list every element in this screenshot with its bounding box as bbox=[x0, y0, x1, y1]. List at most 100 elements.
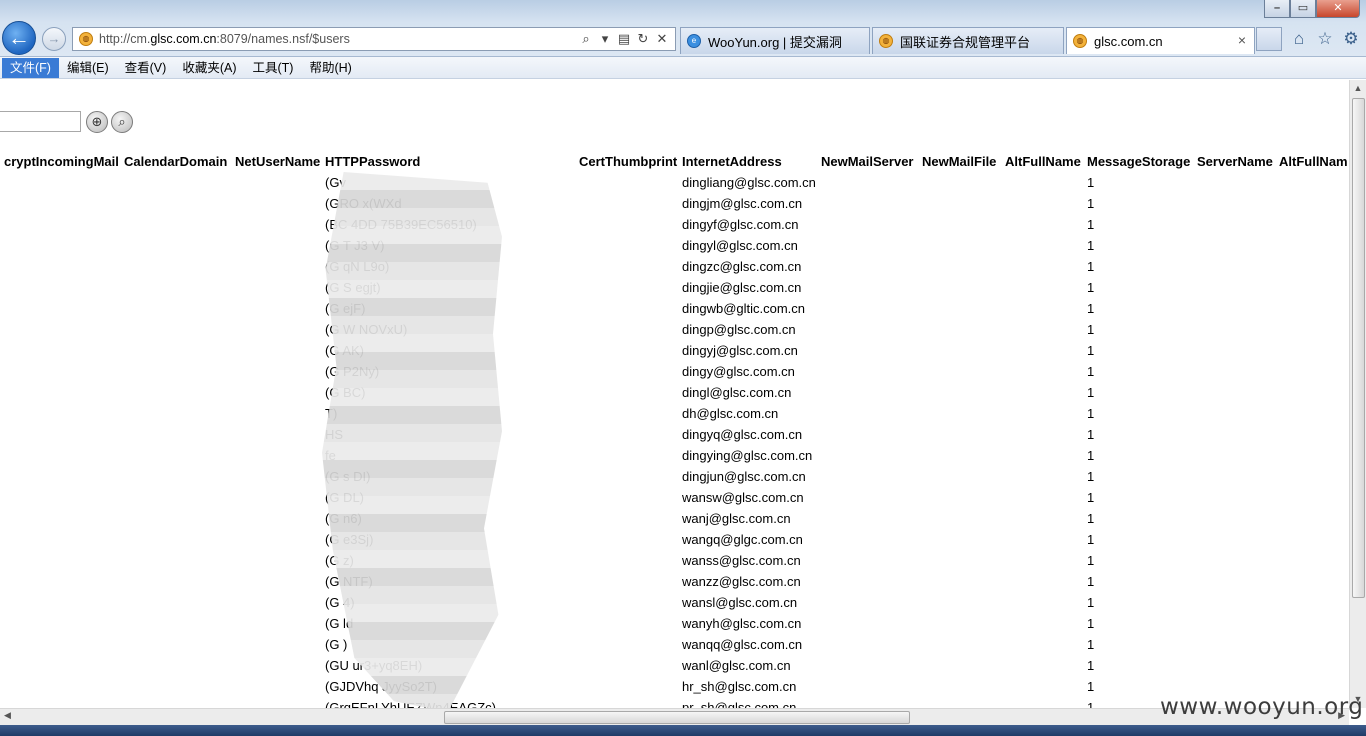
tab-compliance-platform[interactable]: ◍ 国联证券合规管理平台 bbox=[872, 27, 1064, 54]
column-header: NewMailServer bbox=[821, 154, 914, 169]
stop-icon[interactable]: ✕ bbox=[655, 31, 669, 47]
message-storage-cell: 1 bbox=[1087, 637, 1095, 652]
home-icon[interactable]: ⌂ bbox=[1290, 29, 1308, 49]
page-content: ⊕ ⌕ cryptIncomingMail CalendarDomain Net… bbox=[0, 80, 1349, 708]
internet-address-cell: dingyq@glsc.com.cn bbox=[682, 427, 803, 442]
internet-address-cell: dingjun@glsc.com.cn bbox=[682, 469, 806, 484]
back-button[interactable]: ← bbox=[2, 21, 36, 55]
horizontal-scroll-thumb[interactable] bbox=[444, 711, 910, 724]
scroll-up-icon[interactable]: ▲ bbox=[1350, 80, 1366, 97]
site-favicon-icon: ◍ bbox=[79, 32, 93, 46]
close-window-button[interactable]: ✕ bbox=[1316, 0, 1360, 18]
ie-icon: e bbox=[687, 34, 701, 48]
close-tab-icon[interactable]: × bbox=[1238, 32, 1246, 48]
browser-tools: ⌂ ☆ ⚙ bbox=[1290, 29, 1360, 49]
message-storage-cell: 1 bbox=[1087, 280, 1095, 295]
url-text[interactable]: http://cm.glsc.com.cn:8079/names.nsf/$us… bbox=[99, 32, 579, 46]
message-storage-cell: 1 bbox=[1087, 448, 1095, 463]
internet-address-cell: hr_sh@glsc.com.cn bbox=[682, 679, 797, 694]
internet-address-cell: dh@glsc.com.cn bbox=[682, 406, 779, 421]
redaction-blur bbox=[322, 172, 502, 708]
search-plus-icon: ⊕ bbox=[91, 114, 103, 129]
message-storage-cell: 1 bbox=[1087, 196, 1095, 211]
message-storage-cell: 1 bbox=[1087, 490, 1095, 505]
vertical-scroll-thumb[interactable] bbox=[1352, 98, 1365, 598]
message-storage-cell: 1 bbox=[1087, 511, 1095, 526]
internet-address-cell: wanss@glsc.com.cn bbox=[682, 553, 801, 568]
menu-edit[interactable]: 编辑(E) bbox=[59, 58, 117, 78]
internet-address-cell: dingying@glsc.com.cn bbox=[682, 448, 813, 463]
message-storage-cell: 1 bbox=[1087, 553, 1095, 568]
search-plus-button[interactable]: ⊕ bbox=[86, 111, 108, 133]
column-header: AltFullName bbox=[1005, 154, 1081, 169]
tab-title: WooYun.org | 提交漏洞 bbox=[708, 34, 842, 50]
site-icon: ◍ bbox=[1073, 34, 1087, 48]
minimize-button[interactable]: – bbox=[1264, 0, 1290, 18]
internet-address-cell: dingzc@glsc.com.cn bbox=[682, 259, 802, 274]
tab-title: 国联证券合规管理平台 bbox=[900, 34, 1031, 50]
message-storage-cell: 1 bbox=[1087, 385, 1095, 400]
horizontal-scrollbar[interactable]: ◀ ▶ bbox=[0, 708, 1349, 725]
search-icon[interactable]: ⌕ bbox=[579, 31, 593, 47]
message-storage-cell: 1 bbox=[1087, 679, 1095, 694]
menu-tools[interactable]: 工具(T) bbox=[244, 58, 301, 78]
message-storage-cell: 1 bbox=[1087, 469, 1095, 484]
message-storage-cell: 1 bbox=[1087, 427, 1095, 442]
internet-address-cell: dingyl@glsc.com.cn bbox=[682, 238, 798, 253]
column-header: ServerName bbox=[1197, 154, 1273, 169]
internet-address-cell: dingliang@glsc.com.cn bbox=[682, 175, 816, 190]
forward-arrow-icon: → bbox=[47, 31, 61, 46]
forward-button[interactable]: → bbox=[42, 27, 66, 51]
tab-glsc[interactable]: ◍ glsc.com.cn × bbox=[1066, 27, 1255, 54]
search-input[interactable] bbox=[0, 111, 81, 132]
message-storage-cell: 1 bbox=[1087, 658, 1095, 673]
favorites-star-icon[interactable]: ☆ bbox=[1316, 29, 1334, 49]
internet-address-cell: wanqq@glsc.com.cn bbox=[682, 637, 803, 652]
internet-address-cell: dingy@glsc.com.cn bbox=[682, 364, 795, 379]
internet-address-cell: dingyj@glsc.com.cn bbox=[682, 343, 798, 358]
internet-address-cell: dingl@glsc.com.cn bbox=[682, 385, 792, 400]
window-controls: – ▭ ✕ bbox=[1264, 0, 1360, 20]
internet-address-cell: pr_sh@glsc.com.cn bbox=[682, 700, 797, 708]
message-storage-cell: 1 bbox=[1087, 322, 1095, 337]
menu-favorites[interactable]: 收藏夹(A) bbox=[174, 58, 244, 78]
internet-address-cell: dingyf@glsc.com.cn bbox=[682, 217, 799, 232]
message-storage-cell: 1 bbox=[1087, 259, 1095, 274]
column-header: NetUserName bbox=[235, 154, 321, 169]
column-header: HTTPPassword bbox=[325, 154, 421, 169]
dropdown-icon[interactable]: ▾ bbox=[598, 31, 612, 47]
internet-address-cell: wangq@glgc.com.cn bbox=[682, 532, 803, 547]
search-icon: ⌕ bbox=[118, 114, 126, 129]
message-storage-cell: 1 bbox=[1087, 238, 1095, 253]
internet-address-cell: wanyh@glsc.com.cn bbox=[682, 616, 802, 631]
taskbar bbox=[0, 725, 1366, 736]
settings-gear-icon[interactable]: ⚙ bbox=[1342, 29, 1360, 49]
scroll-left-icon[interactable]: ◀ bbox=[4, 710, 11, 721]
internet-address-cell: wansw@glsc.com.cn bbox=[682, 490, 804, 505]
column-header: MessageStorage bbox=[1087, 154, 1191, 169]
menu-file[interactable]: 文件(F) bbox=[2, 57, 59, 78]
address-bar[interactable]: ◍ http://cm.glsc.com.cn:8079/names.nsf/$… bbox=[72, 27, 676, 51]
search-button[interactable]: ⌕ bbox=[111, 111, 133, 133]
message-storage-cell: 1 bbox=[1087, 175, 1095, 190]
message-storage-cell: 1 bbox=[1087, 406, 1095, 421]
new-tab-button[interactable] bbox=[1256, 27, 1282, 51]
message-storage-cell: 1 bbox=[1087, 616, 1095, 631]
menu-view[interactable]: 查看(V) bbox=[117, 58, 175, 78]
browser-toolbar: – ▭ ✕ ← → ◍ http://cm.glsc.com.cn:8079/n… bbox=[0, 0, 1366, 57]
compatibility-icon[interactable]: ▤ bbox=[617, 31, 631, 47]
menu-help[interactable]: 帮助(H) bbox=[301, 58, 359, 78]
column-header: CertThumbprint bbox=[579, 154, 678, 169]
maximize-button[interactable]: ▭ bbox=[1290, 0, 1316, 18]
site-icon: ◍ bbox=[879, 34, 893, 48]
column-header: cryptIncomingMail bbox=[4, 154, 119, 169]
message-storage-cell: 1 bbox=[1087, 217, 1095, 232]
internet-address-cell: wanzz@glsc.com.cn bbox=[682, 574, 801, 589]
address-actions: ⌕ ▾ ▤ ↻ ✕ bbox=[579, 31, 669, 47]
tab-wooyun[interactable]: e WooYun.org | 提交漏洞 bbox=[680, 27, 870, 54]
refresh-icon[interactable]: ↻ bbox=[636, 31, 650, 47]
vertical-scrollbar[interactable]: ▲ ▼ bbox=[1349, 80, 1366, 708]
back-arrow-icon: ← bbox=[8, 25, 30, 50]
column-header: CalendarDomain bbox=[124, 154, 228, 169]
column-header: NewMailFile bbox=[922, 154, 997, 169]
